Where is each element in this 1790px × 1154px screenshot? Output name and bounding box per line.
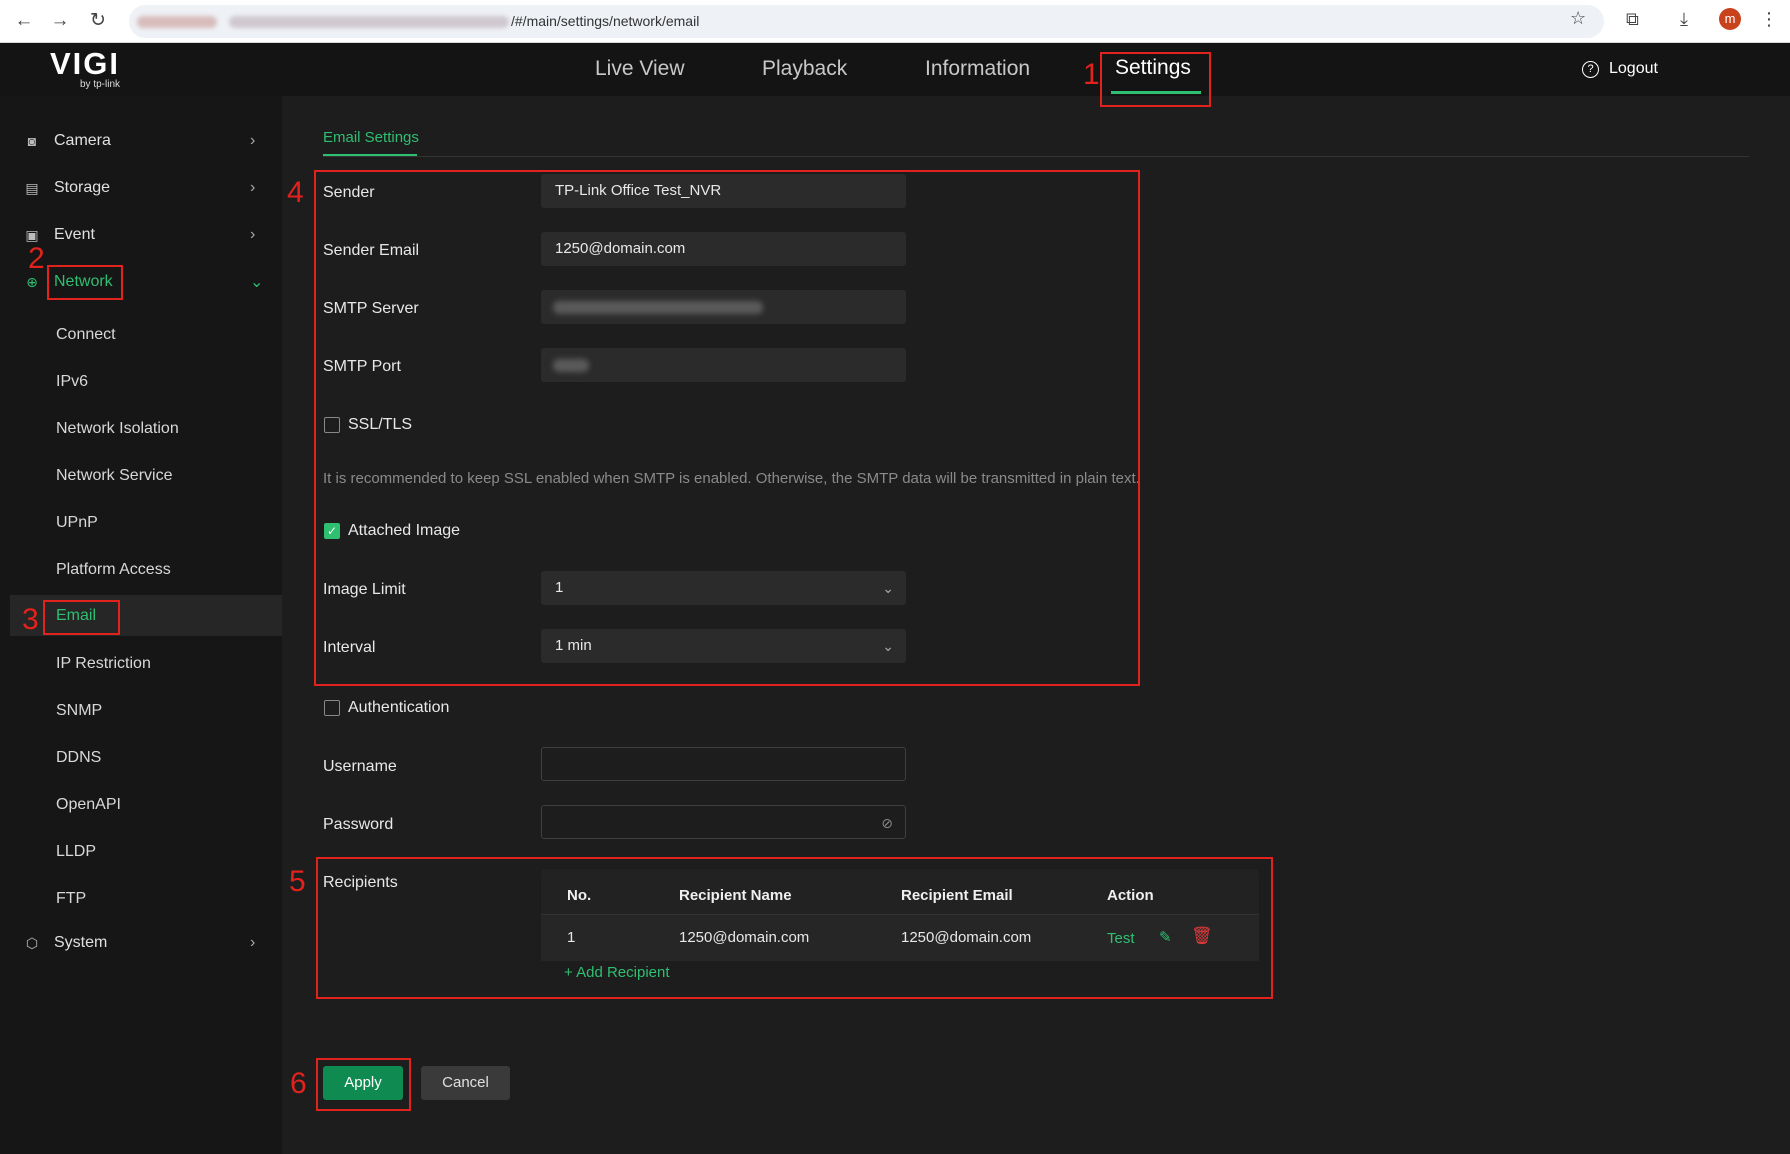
tab-email-settings[interactable]: Email Settings bbox=[323, 129, 419, 146]
annotation-box-1 bbox=[1100, 52, 1211, 107]
blurred-url-part bbox=[137, 16, 217, 28]
logout-button[interactable]: ? Logout bbox=[1582, 60, 1658, 78]
sidebar-sub-label: Network Service bbox=[56, 467, 173, 484]
eye-slash-icon[interactable]: ⊘ bbox=[881, 806, 893, 840]
annotation-box-6 bbox=[316, 1058, 411, 1111]
browser-menu-icon[interactable]: ⋮ bbox=[1760, 9, 1778, 30]
bookmark-star-icon[interactable]: ☆ bbox=[1570, 8, 1586, 29]
chevron-right-icon: › bbox=[250, 226, 256, 243]
sidebar-sub-upnp[interactable]: UPnP bbox=[0, 503, 282, 543]
forward-icon[interactable]: → bbox=[48, 9, 72, 33]
sidebar-item-storage[interactable]: ▤ Storage › bbox=[0, 168, 282, 208]
chevron-right-icon: › bbox=[250, 132, 256, 149]
authentication-label: Authentication bbox=[348, 699, 450, 716]
sidebar-sub-label: Connect bbox=[56, 326, 116, 343]
username-label: Username bbox=[323, 758, 397, 775]
sidebar-sub-lldp[interactable]: LLDP bbox=[0, 832, 282, 872]
chevron-down-icon: ⌄ bbox=[250, 274, 264, 291]
annotation-number-3: 3 bbox=[22, 603, 39, 636]
logout-label: Logout bbox=[1609, 60, 1658, 77]
sidebar-sub-label: OpenAPI bbox=[56, 796, 121, 813]
annotation-box-5 bbox=[316, 857, 1273, 999]
sidebar-item-system[interactable]: ⬡ System › bbox=[0, 923, 282, 963]
back-icon[interactable]: ← bbox=[12, 9, 36, 33]
tab-information[interactable]: Information bbox=[925, 57, 1030, 81]
password-label: Password bbox=[323, 816, 394, 833]
cancel-button[interactable]: Cancel bbox=[421, 1066, 510, 1100]
camera-icon: ◙ bbox=[27, 133, 37, 149]
sidebar-sub-label: SNMP bbox=[56, 702, 103, 719]
username-input[interactable] bbox=[541, 747, 906, 781]
annotation-box-3 bbox=[43, 600, 120, 635]
browser-toolbar: ← → ↻ /#/main/settings/network/email ☆ ⧉… bbox=[0, 0, 1790, 43]
download-icon[interactable]: ⤓ bbox=[1680, 9, 1688, 30]
vigi-logo: VIGI by tp-link bbox=[50, 46, 121, 90]
logo-text: VIGI bbox=[50, 46, 121, 81]
annotation-number-4: 4 bbox=[287, 176, 304, 209]
sidebar-sub-label: IPv6 bbox=[56, 373, 89, 390]
chevron-right-icon: › bbox=[250, 179, 256, 196]
password-input[interactable]: ⊘ bbox=[541, 805, 906, 839]
sidebar-sub-connect[interactable]: Connect bbox=[0, 315, 282, 355]
tab-playback[interactable]: Playback bbox=[762, 57, 847, 81]
address-bar[interactable]: /#/main/settings/network/email bbox=[129, 5, 1604, 38]
authentication-checkbox[interactable] bbox=[324, 700, 340, 716]
sidebar-sub-label: Network Isolation bbox=[56, 420, 179, 437]
sidebar-sub-ipv6[interactable]: IPv6 bbox=[0, 362, 282, 402]
sidebar-sub-network-isolation[interactable]: Network Isolation bbox=[0, 409, 282, 449]
sidebar-sub-ddns[interactable]: DDNS bbox=[0, 738, 282, 778]
sidebar-sub-ip-restriction[interactable]: IP Restriction bbox=[0, 644, 282, 684]
sidebar-item-camera[interactable]: ◙ Camera › bbox=[0, 121, 282, 161]
divider bbox=[323, 156, 1749, 157]
sidebar-sub-label: LLDP bbox=[56, 843, 97, 860]
sidebar-sub-platform-access[interactable]: Platform Access bbox=[0, 550, 282, 590]
annotation-number-1: 1 bbox=[1083, 58, 1100, 91]
app-header: VIGI by tp-link Live View Playback Infor… bbox=[0, 43, 1790, 96]
profile-avatar[interactable]: m bbox=[1719, 8, 1741, 30]
annotation-box-2 bbox=[47, 265, 123, 300]
globe-icon: ⊕ bbox=[26, 274, 38, 290]
url-text: /#/main/settings/network/email bbox=[511, 13, 700, 29]
sidebar-sub-network-service[interactable]: Network Service bbox=[0, 456, 282, 496]
sidebar-item-label: Event bbox=[54, 226, 95, 243]
sidebar-sub-label: Platform Access bbox=[56, 561, 171, 578]
system-icon: ⬡ bbox=[25, 935, 39, 951]
sidebar-sub-label: FTP bbox=[56, 890, 87, 907]
sidebar-item-label: Camera bbox=[54, 132, 111, 149]
storage-icon: ▤ bbox=[25, 180, 39, 196]
sidebar-sub-openapi[interactable]: OpenAPI bbox=[0, 785, 282, 825]
annotation-number-2: 2 bbox=[28, 242, 45, 275]
sidebar-sub-ftp[interactable]: FTP bbox=[0, 879, 282, 919]
annotation-number-5: 5 bbox=[289, 865, 306, 898]
logo-subtext: by tp-link bbox=[80, 79, 121, 90]
reload-icon[interactable]: ↻ bbox=[86, 9, 110, 33]
blurred-url-part bbox=[229, 16, 509, 28]
sidebar-item-label: Storage bbox=[54, 179, 111, 196]
annotation-box-4 bbox=[314, 170, 1140, 686]
sidebar-sub-label: DDNS bbox=[56, 749, 102, 766]
chevron-right-icon: › bbox=[250, 934, 256, 951]
extensions-icon[interactable]: ⧉ bbox=[1626, 9, 1639, 30]
help-icon: ? bbox=[1582, 60, 1599, 78]
annotation-number-6: 6 bbox=[290, 1067, 307, 1100]
event-icon: ▣ bbox=[25, 227, 39, 243]
sidebar-sub-snmp[interactable]: SNMP bbox=[0, 691, 282, 731]
sidebar-item-label: System bbox=[54, 934, 108, 951]
sidebar-sub-label: IP Restriction bbox=[56, 655, 151, 672]
sidebar-sub-label: UPnP bbox=[56, 514, 98, 531]
tab-live-view[interactable]: Live View bbox=[595, 57, 685, 81]
